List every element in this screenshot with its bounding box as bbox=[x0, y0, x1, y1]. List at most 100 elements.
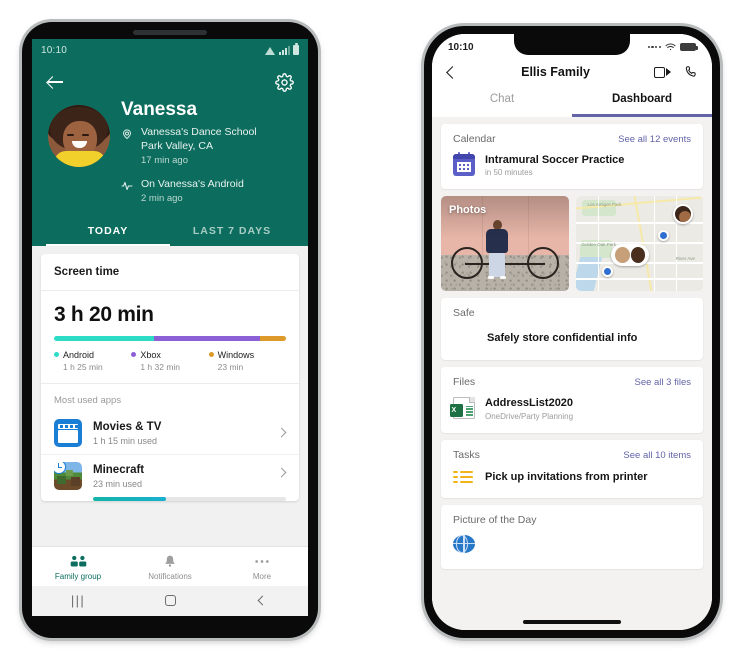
activity-timestamp: 2 min ago bbox=[141, 193, 183, 205]
map-dot[interactable] bbox=[658, 230, 669, 242]
android-system-nav: ||| bbox=[32, 586, 308, 616]
location-timestamp: 17 min ago bbox=[141, 155, 189, 167]
page-title: Ellis Family bbox=[521, 65, 590, 79]
legend-item: Xbox 1 h 32 min bbox=[131, 350, 208, 372]
app-row-movies-tv[interactable]: Movies & TV 1 h 15 min used bbox=[41, 412, 299, 455]
recents-icon[interactable]: ||| bbox=[32, 593, 124, 608]
home-indicator[interactable] bbox=[523, 620, 621, 624]
screen-time-total: 3 h 20 min bbox=[54, 302, 154, 326]
legend-dot bbox=[131, 352, 137, 358]
nav-label: Family group bbox=[54, 572, 102, 581]
wifi-icon bbox=[265, 46, 276, 55]
chevron-right-icon bbox=[276, 468, 287, 478]
ios-tabs: Chat Dashboard bbox=[432, 88, 712, 117]
legend-item: Android 1 h 25 min bbox=[54, 350, 131, 372]
profile-header: Vanessa Vanessa's Dance School Park Vall… bbox=[32, 61, 308, 246]
status-time: 10:10 bbox=[41, 44, 68, 56]
android-content: Screen time 3 h 20 min Android 1 h 25 mi… bbox=[32, 245, 308, 546]
excel-file-icon: X bbox=[450, 397, 475, 420]
bar-segment-android bbox=[54, 335, 154, 341]
see-all-events-link[interactable]: See all 12 events bbox=[618, 134, 691, 145]
nav-notifications[interactable]: Notifications bbox=[124, 553, 216, 581]
picture-of-day-title: Picture of the Day bbox=[453, 513, 537, 526]
app-usage: 23 min used bbox=[93, 478, 143, 489]
activity-device: On Vanessa's Android bbox=[141, 178, 244, 190]
calendar-title: Calendar bbox=[453, 133, 496, 145]
video-call-icon[interactable] bbox=[654, 66, 671, 78]
android-status-bar: 10:10 bbox=[32, 39, 308, 61]
legend-label: Windows bbox=[217, 349, 255, 360]
minecraft-icon bbox=[54, 461, 82, 490]
profile-name: Vanessa bbox=[121, 99, 198, 120]
location-line-1: Vanessa's Dance School bbox=[141, 125, 257, 138]
map-dot[interactable] bbox=[601, 266, 613, 278]
signal-icon bbox=[279, 45, 290, 55]
file-path: OneDrive/Party Planning bbox=[485, 411, 574, 421]
photos-label: Photos bbox=[449, 204, 487, 217]
app-row-minecraft[interactable]: Minecraft 23 min used bbox=[41, 455, 299, 492]
legend-dot bbox=[208, 352, 214, 358]
nav-more[interactable]: More bbox=[216, 553, 308, 581]
bell-icon bbox=[124, 553, 216, 570]
tab-dashboard[interactable]: Dashboard bbox=[572, 88, 712, 117]
bar-segment-xbox bbox=[153, 335, 261, 341]
ios-header: Ellis Family bbox=[432, 60, 712, 88]
ios-phone-frame: 10:10 Ellis Family Chat Dashboard Calend… bbox=[424, 26, 720, 638]
map-tile[interactable]: Los Amigos Park Golden Oak Park River Av… bbox=[575, 196, 703, 292]
activity-row: On Vanessa's Android 2 min ago bbox=[121, 177, 294, 206]
tasks-card[interactable]: Tasks See all 10 items Pick up invitatio… bbox=[441, 439, 703, 498]
map-pin-avatar[interactable] bbox=[673, 204, 693, 225]
ellipsis-icon bbox=[216, 553, 308, 570]
chevron-right-icon bbox=[276, 427, 287, 438]
legend-label: Android bbox=[63, 349, 95, 360]
screen-time-bar bbox=[54, 335, 286, 341]
files-card[interactable]: Files See all 3 files X AddressList2020 … bbox=[441, 367, 703, 433]
app-name: Minecraft bbox=[93, 464, 145, 477]
back-arrow-icon[interactable] bbox=[46, 72, 66, 92]
phone-speaker bbox=[133, 30, 207, 35]
cellular-dots-icon bbox=[647, 45, 661, 49]
android-phone-frame: 10:10 Vanessa Vanessa's Dance School Par… bbox=[22, 22, 318, 638]
profile-block: Vanessa Vanessa's Dance School Park Vall… bbox=[46, 95, 294, 208]
android-screen: 10:10 Vanessa Vanessa's Dance School Par… bbox=[32, 39, 308, 616]
legend-value: 1 h 25 min bbox=[63, 361, 103, 372]
map-pin-pair[interactable] bbox=[611, 243, 650, 266]
tasks-title: Tasks bbox=[453, 448, 480, 461]
task-title: Pick up invitations from printer bbox=[485, 470, 648, 483]
location-pin-icon bbox=[121, 125, 134, 168]
photos-tile[interactable]: Photos bbox=[441, 196, 569, 292]
phone-notch bbox=[514, 34, 630, 55]
tab-chat[interactable]: Chat bbox=[432, 88, 572, 117]
avatar bbox=[48, 105, 110, 167]
screen-time-card: Screen time 3 h 20 min Android 1 h 25 mi… bbox=[41, 253, 299, 501]
nav-label: More bbox=[252, 572, 272, 581]
phone-call-icon[interactable] bbox=[684, 65, 698, 79]
legend-dot bbox=[54, 352, 59, 358]
globe-icon bbox=[453, 534, 475, 553]
gear-icon[interactable] bbox=[275, 72, 294, 92]
nav-family-group[interactable]: Family group bbox=[32, 553, 124, 581]
location-line-2: Park Valley, CA bbox=[141, 140, 213, 153]
bar-segment-windows bbox=[260, 335, 286, 341]
screen-time-title: Screen time bbox=[41, 254, 299, 291]
map-label: Golden Oak Park bbox=[581, 242, 617, 248]
activity-pulse-icon bbox=[121, 177, 134, 206]
map-label: Los Amigos Park bbox=[587, 202, 622, 208]
legend-label: Xbox bbox=[140, 349, 161, 360]
battery-icon bbox=[680, 43, 698, 51]
media-tiles: Photos Los Amigos Park Golden Oak Park R… bbox=[441, 196, 703, 292]
back-icon[interactable] bbox=[216, 593, 308, 608]
legend-value: 1 h 32 min bbox=[140, 361, 181, 372]
safe-card[interactable]: Safe Safely store confidential info bbox=[441, 298, 703, 361]
calendar-card[interactable]: Calendar See all 12 events Intramural So… bbox=[441, 124, 703, 190]
calendar-icon bbox=[453, 152, 475, 177]
tab-today[interactable]: TODAY bbox=[46, 217, 170, 246]
picture-of-day-card[interactable]: Picture of the Day bbox=[441, 504, 703, 569]
file-name: AddressList2020 bbox=[485, 397, 574, 410]
legend-value: 23 min bbox=[217, 361, 244, 372]
tab-last-7-days[interactable]: LAST 7 DAYS bbox=[170, 217, 294, 246]
see-all-files-link[interactable]: See all 3 files bbox=[634, 377, 691, 388]
home-icon[interactable] bbox=[124, 593, 216, 608]
see-all-tasks-link[interactable]: See all 10 items bbox=[623, 450, 691, 461]
safe-title: Safe bbox=[453, 307, 475, 320]
